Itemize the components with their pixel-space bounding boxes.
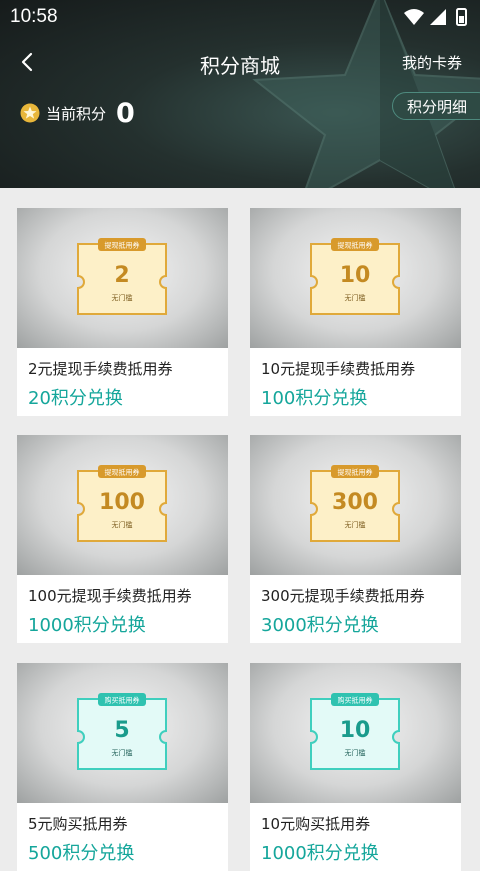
coupon-price: 20积分兑换 bbox=[28, 388, 123, 409]
points-value: 0 bbox=[116, 97, 135, 129]
coupon-name: 5元购买抵用券 bbox=[28, 815, 128, 833]
coupon-card[interactable]: 购买抵用券 10 无门槛 10元购买抵用券 1000积分兑换 bbox=[250, 663, 461, 871]
points-label: 当前积分 bbox=[46, 104, 107, 123]
status-bar: 10:58 bbox=[0, 0, 480, 34]
coupon-image: 提现抵用券 10 无门槛 bbox=[250, 208, 461, 348]
coupon-amount: 5 bbox=[114, 718, 129, 743]
coupon-amount: 2 bbox=[114, 263, 129, 288]
coupon-ticket-icon: 提现抵用券 300 无门槛 bbox=[310, 465, 400, 542]
wifi-icon bbox=[404, 9, 424, 25]
coupon-ticket-icon: 购买抵用券 10 无门槛 bbox=[310, 693, 400, 770]
coupon-tag: 提现抵用券 bbox=[105, 241, 140, 250]
coupon-tag: 提现抵用券 bbox=[338, 241, 373, 250]
coupon-tag: 提现抵用券 bbox=[338, 468, 373, 477]
coupon-condition: 无门槛 bbox=[345, 520, 366, 529]
coupon-ticket-icon: 提现抵用券 2 无门槛 bbox=[77, 238, 167, 315]
coupon-amount: 10 bbox=[340, 718, 371, 743]
signal-icon bbox=[430, 9, 446, 25]
coupon-condition: 无门槛 bbox=[345, 293, 366, 302]
coupon-image: 提现抵用券 300 无门槛 bbox=[250, 435, 461, 575]
coupon-ticket-icon: 提现抵用券 100 无门槛 bbox=[77, 465, 167, 542]
coupon-name: 10元购买抵用券 bbox=[261, 815, 371, 833]
coupon-card[interactable]: 购买抵用券 5 无门槛 5元购买抵用券 500积分兑换 bbox=[17, 663, 228, 871]
coupon-tag: 购买抵用券 bbox=[338, 696, 373, 705]
coupon-name: 2元提现手续费抵用券 bbox=[28, 360, 173, 378]
coupon-card[interactable]: 提现抵用券 300 无门槛 300元提现手续费抵用券 3000积分兑换 bbox=[250, 435, 461, 643]
coupon-condition: 无门槛 bbox=[112, 293, 133, 302]
coupon-condition: 无门槛 bbox=[345, 748, 366, 757]
coupon-image: 购买抵用券 5 无门槛 bbox=[17, 663, 228, 803]
status-time: 10:58 bbox=[10, 6, 58, 27]
coupon-ticket-icon: 购买抵用券 5 无门槛 bbox=[77, 693, 167, 770]
nav-bar: 积分商城 我的卡券 bbox=[0, 40, 480, 84]
status-icons bbox=[404, 8, 467, 26]
star-coin-icon bbox=[20, 103, 40, 123]
points-summary: 当前积分 0 bbox=[20, 97, 135, 129]
coupon-amount: 300 bbox=[332, 490, 378, 515]
coupon-name: 10元提现手续费抵用券 bbox=[261, 360, 416, 378]
coupon-condition: 无门槛 bbox=[112, 520, 133, 529]
coupon-tag: 提现抵用券 bbox=[105, 468, 140, 477]
coupon-condition: 无门槛 bbox=[112, 748, 133, 757]
coupon-name: 300元提现手续费抵用券 bbox=[261, 587, 425, 605]
my-cards-link[interactable]: 我的卡券 bbox=[402, 52, 462, 73]
coupon-tag: 购买抵用券 bbox=[105, 696, 140, 705]
header: 10:58 积分商城 我的卡券 当前积分 0 积分明细 bbox=[0, 0, 480, 188]
coupon-image: 提现抵用券 100 无门槛 bbox=[17, 435, 228, 575]
coupon-image: 提现抵用券 2 无门槛 bbox=[17, 208, 228, 348]
coupon-price: 500积分兑换 bbox=[28, 843, 135, 864]
coupon-price: 1000积分兑换 bbox=[261, 843, 379, 864]
coupon-price: 1000积分兑换 bbox=[28, 615, 146, 636]
coupon-image: 购买抵用券 10 无门槛 bbox=[250, 663, 461, 803]
coupon-price: 3000积分兑换 bbox=[261, 615, 379, 636]
coupon-card[interactable]: 提现抵用券 10 无门槛 10元提现手续费抵用券 100积分兑换 bbox=[250, 208, 461, 416]
coupon-price: 100积分兑换 bbox=[261, 388, 368, 409]
coupon-name: 100元提现手续费抵用券 bbox=[28, 587, 192, 605]
coupon-card[interactable]: 提现抵用券 100 无门槛 100元提现手续费抵用券 1000积分兑换 bbox=[17, 435, 228, 643]
coupon-amount: 10 bbox=[340, 263, 371, 288]
coupon-ticket-icon: 提现抵用券 10 无门槛 bbox=[310, 238, 400, 315]
coupon-card[interactable]: 提现抵用券 2 无门槛 2元提现手续费抵用券 20积分兑换 bbox=[17, 208, 228, 416]
coupon-amount: 100 bbox=[99, 490, 145, 515]
points-detail-button[interactable]: 积分明细 bbox=[392, 92, 480, 120]
